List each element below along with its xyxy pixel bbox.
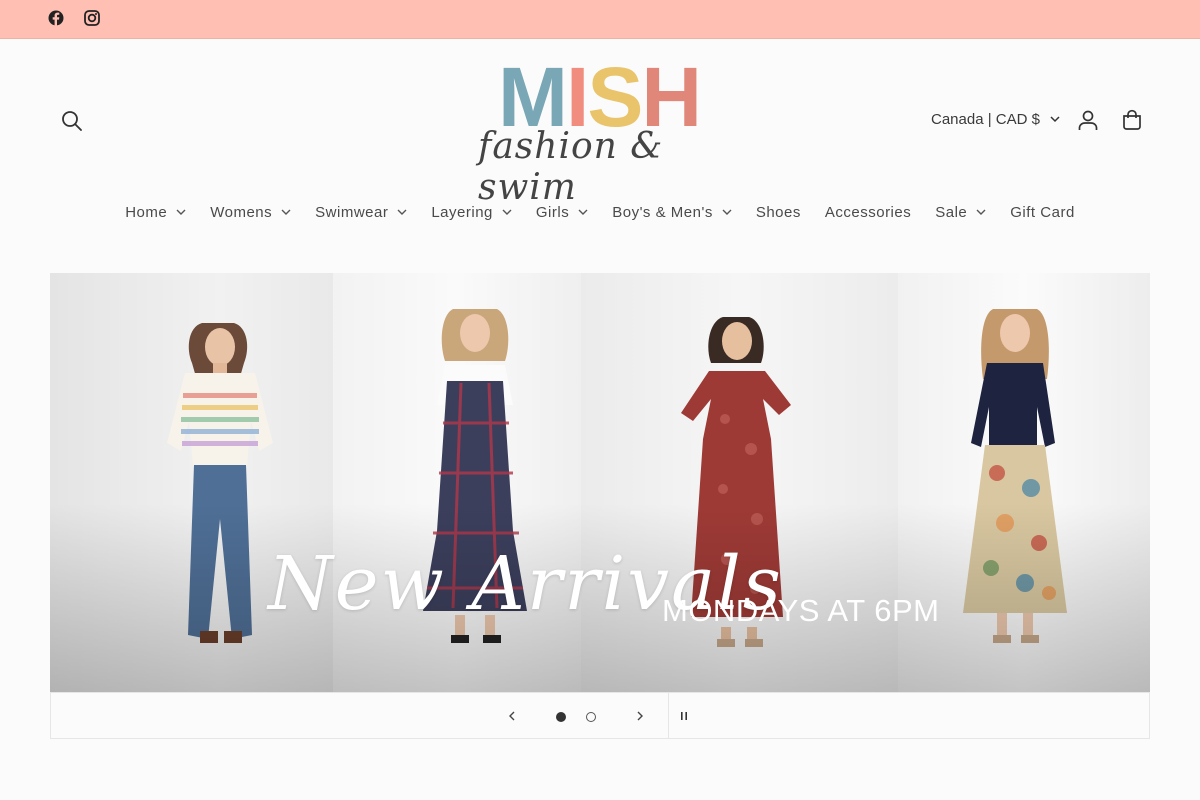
nav-item-label: Shoes bbox=[755, 203, 801, 221]
main-nav: Home Womens Swimwear Layering Girls Boy'… bbox=[0, 200, 1200, 224]
nav-item-gift-card[interactable]: Gift Card bbox=[998, 204, 1087, 221]
nav-item-accessories[interactable]: Accessories bbox=[813, 204, 923, 221]
nav-item-layering[interactable]: Layering bbox=[419, 204, 524, 221]
announcement-bar bbox=[0, 0, 1200, 39]
nav-item-label: Gift Card bbox=[1010, 203, 1075, 221]
nav-item-label: Accessories bbox=[824, 203, 912, 221]
hero-slide[interactable]: New Arrivals MONDAYS AT 6PM bbox=[50, 273, 1150, 692]
nav-item-swimwear[interactable]: Swimwear bbox=[303, 204, 419, 221]
logo-letter: I bbox=[565, 50, 589, 144]
slide-dot-2[interactable] bbox=[586, 712, 596, 722]
nav-item-label: Womens bbox=[210, 203, 273, 221]
controls-divider bbox=[668, 693, 669, 738]
nav-item-girls[interactable]: Girls bbox=[524, 204, 600, 221]
chevron-down-icon bbox=[722, 209, 732, 215]
logo-wordmark: M I S H bbox=[498, 50, 702, 144]
search-icon[interactable] bbox=[58, 107, 86, 135]
currency-label: Canada | CAD $ bbox=[931, 110, 1040, 128]
logo-letter: H bbox=[641, 50, 702, 144]
nav-item-label: Swimwear bbox=[315, 203, 389, 221]
currency-selector[interactable]: Canada | CAD $ bbox=[931, 108, 1060, 130]
slide-dot-1[interactable] bbox=[556, 712, 566, 722]
instagram-icon[interactable] bbox=[83, 9, 101, 27]
cart-icon[interactable] bbox=[1118, 106, 1146, 134]
chevron-down-icon bbox=[578, 209, 588, 215]
hero-subheading: MONDAYS AT 6PM bbox=[662, 593, 940, 628]
nav-item-label: Girls bbox=[535, 203, 570, 221]
facebook-icon[interactable] bbox=[47, 9, 65, 27]
nav-item-boys-mens[interactable]: Boy's & Men's bbox=[600, 204, 744, 221]
chevron-down-icon bbox=[502, 209, 512, 215]
logo-letter: M bbox=[498, 50, 568, 144]
logo-tagline: fashion & swim bbox=[478, 126, 664, 208]
nav-item-label: Home bbox=[125, 203, 168, 221]
site-logo[interactable]: M I S H fashion & swim bbox=[470, 50, 730, 208]
chevron-right-icon[interactable] bbox=[627, 703, 653, 729]
chevron-down-icon bbox=[976, 209, 986, 215]
chevron-down-icon bbox=[176, 209, 186, 215]
nav-item-sale[interactable]: Sale bbox=[923, 204, 998, 221]
pause-icon[interactable] bbox=[673, 703, 695, 729]
logo-letter: S bbox=[587, 50, 643, 144]
chevron-down-icon bbox=[397, 209, 407, 215]
chevron-down-icon bbox=[281, 209, 291, 215]
account-icon[interactable] bbox=[1074, 106, 1102, 134]
nav-item-shoes[interactable]: Shoes bbox=[744, 204, 813, 221]
nav-item-womens[interactable]: Womens bbox=[198, 204, 303, 221]
nav-item-label: Boy's & Men's bbox=[612, 203, 713, 221]
chevron-down-icon bbox=[1050, 115, 1060, 122]
nav-item-label: Layering bbox=[431, 203, 493, 221]
chevron-left-icon[interactable] bbox=[499, 703, 525, 729]
slideshow-controls bbox=[50, 692, 1150, 739]
nav-item-home[interactable]: Home bbox=[113, 204, 198, 221]
nav-item-label: Sale bbox=[935, 203, 968, 221]
